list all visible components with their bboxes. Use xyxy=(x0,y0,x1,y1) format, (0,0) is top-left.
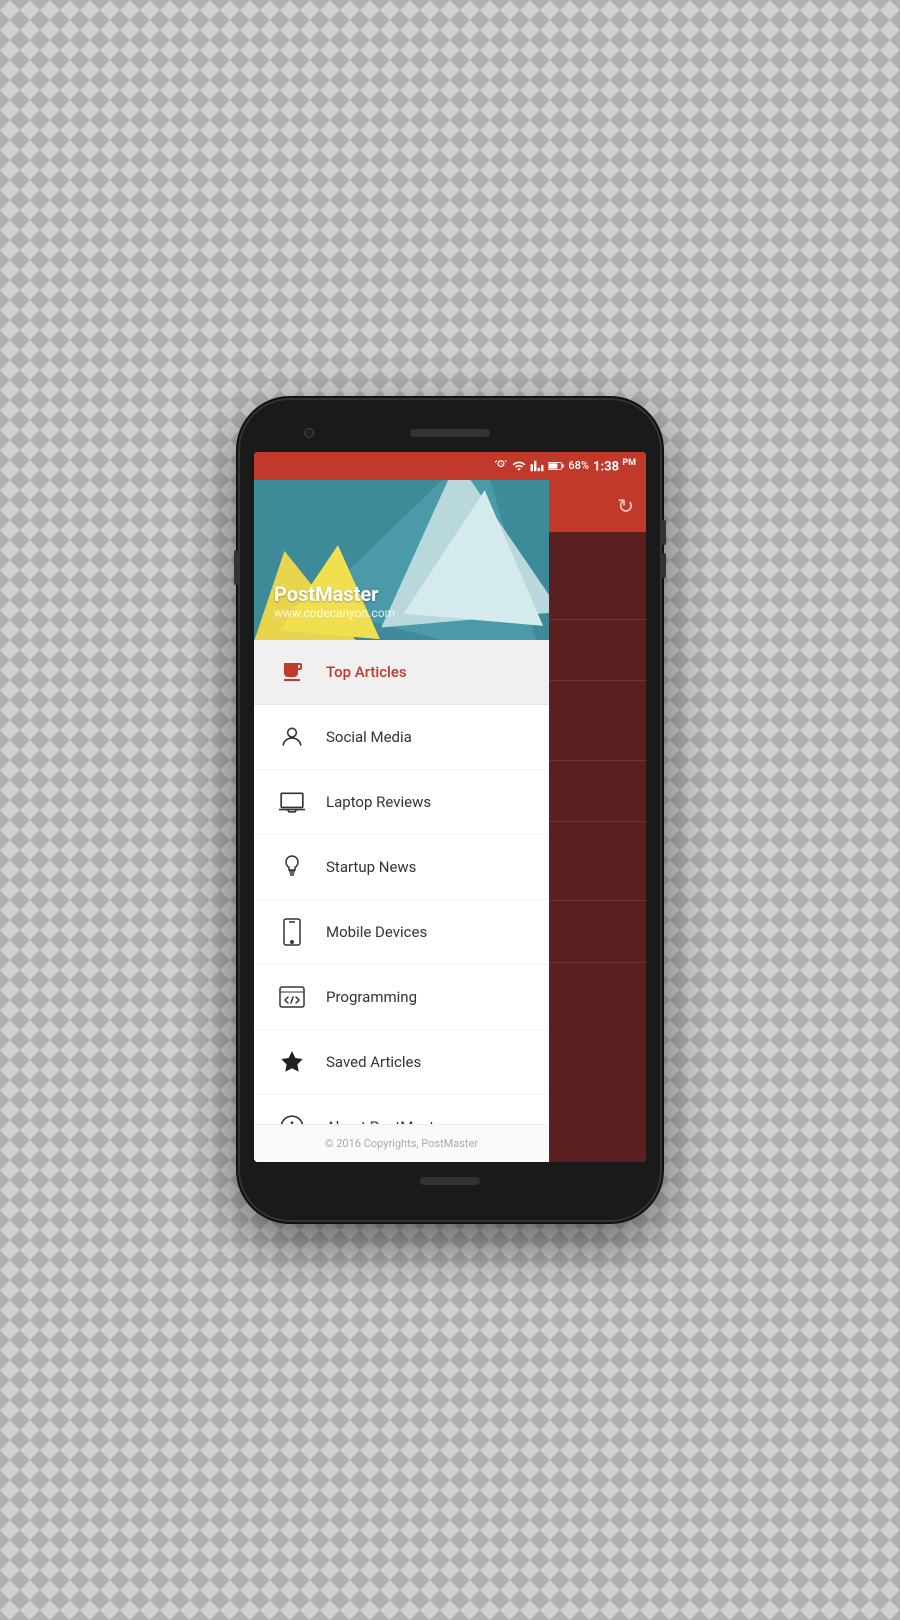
code-icon xyxy=(274,979,310,1015)
drawer-footer: © 2016 Copyrights, PostMaster xyxy=(254,1124,549,1162)
menu-label-startup-news: Startup News xyxy=(326,858,416,876)
menu-label-saved-articles: Saved Articles xyxy=(326,1053,421,1071)
signal-icon xyxy=(530,459,544,473)
star-icon xyxy=(274,1044,310,1080)
info-icon xyxy=(274,1109,310,1124)
menu-label-social-media: Social Media xyxy=(326,728,412,746)
drawer-footer-text: © 2016 Copyrights, PostMaster xyxy=(274,1137,529,1150)
menu-item-about[interactable]: About PostMaster xyxy=(254,1095,549,1124)
menu-label-programming: Programming xyxy=(326,988,417,1006)
menu-item-startup-news[interactable]: Startup News xyxy=(254,835,549,900)
phone-screen: 68% 1:38 PM ↻ a moreor youes xyxy=(254,452,646,1162)
menu-item-programming[interactable]: Programming xyxy=(254,965,549,1030)
drawer-app-name: PostMaster xyxy=(274,582,395,606)
menu-item-mobile-devices[interactable]: Mobile Devices xyxy=(254,900,549,965)
geo-shape-3 xyxy=(404,484,549,626)
menu-label-mobile-devices: Mobile Devices xyxy=(326,923,427,941)
front-camera xyxy=(304,428,314,438)
status-bar: 68% 1:38 PM xyxy=(254,452,646,480)
home-button[interactable] xyxy=(420,1177,480,1185)
person-icon xyxy=(274,719,310,755)
phone-top-bar xyxy=(254,418,646,448)
menu-item-top-articles[interactable]: Top Articles xyxy=(254,640,549,705)
status-icons: 68% 1:38 PM xyxy=(494,458,636,474)
screen-content: ↻ a moreor youes Trendingbias claims pat… xyxy=(254,480,646,1162)
alarm-icon xyxy=(494,459,508,473)
menu-label-laptop-reviews: Laptop Reviews xyxy=(326,793,431,811)
volume-down-button[interactable] xyxy=(662,553,666,578)
menu-item-saved-articles[interactable]: Saved Articles xyxy=(254,1030,549,1095)
volume-up-button[interactable] xyxy=(662,520,666,545)
mobile-icon xyxy=(274,914,310,950)
speaker xyxy=(410,429,490,437)
menu-item-social-media[interactable]: Social Media xyxy=(254,705,549,770)
newspaper-icon xyxy=(274,654,310,690)
wifi-icon xyxy=(512,459,526,473)
phone-bottom-bar xyxy=(254,1166,646,1196)
drawer-app-url: www.codecanyon.com xyxy=(274,606,395,620)
power-button[interactable] xyxy=(234,550,238,585)
drawer-menu: Top Articles Social Media xyxy=(254,640,549,1124)
battery-percent: 68% xyxy=(568,459,589,472)
drawer-header: PostMaster www.codecanyon.com xyxy=(254,480,549,640)
menu-item-laptop-reviews[interactable]: Laptop Reviews xyxy=(254,770,549,835)
battery-icon xyxy=(548,460,564,472)
phone-frame: 68% 1:38 PM ↻ a moreor youes xyxy=(240,400,660,1220)
lightbulb-icon xyxy=(274,849,310,885)
laptop-icon xyxy=(274,784,310,820)
volume-buttons xyxy=(662,520,666,586)
navigation-drawer: PostMaster www.codecanyon.com T xyxy=(254,480,549,1162)
drawer-header-text: PostMaster www.codecanyon.com xyxy=(274,582,395,620)
refresh-icon[interactable]: ↻ xyxy=(617,494,634,518)
menu-label-top-articles: Top Articles xyxy=(326,663,407,681)
status-time: 1:38 PM xyxy=(593,458,636,474)
